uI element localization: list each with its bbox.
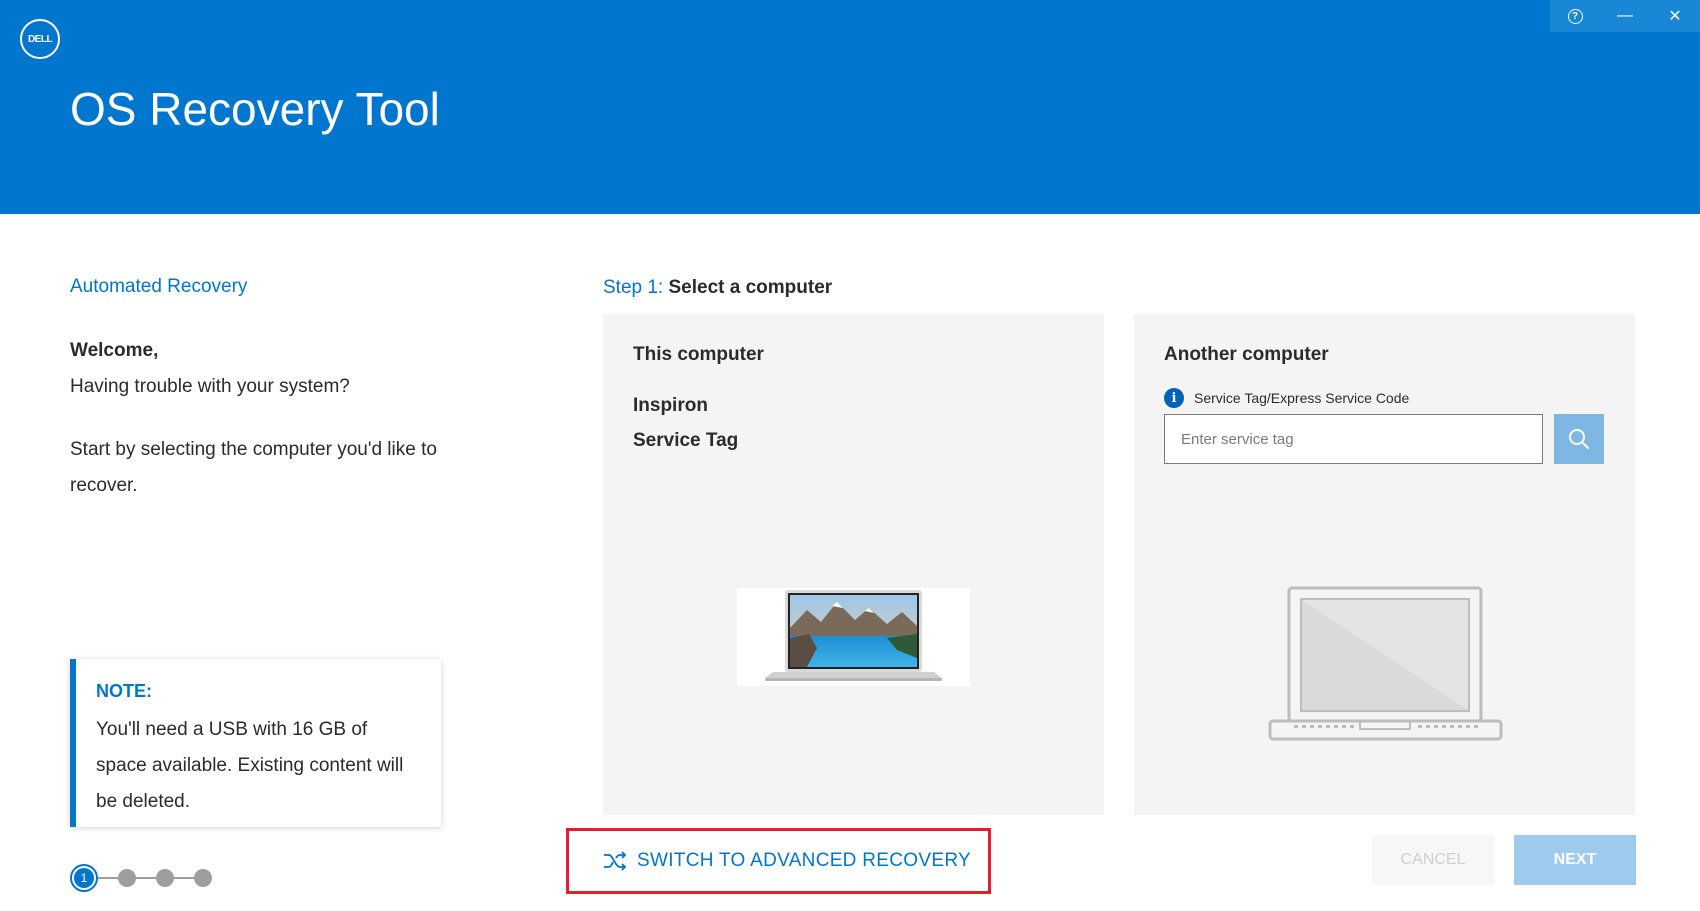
close-button[interactable]: ✕ bbox=[1655, 0, 1695, 32]
step-indicator bbox=[118, 869, 136, 887]
step-number: Step 1: bbox=[603, 277, 664, 298]
another-computer-title: Another computer bbox=[1164, 344, 1329, 365]
this-computer-card[interactable]: This computer Inspiron Service Tag bbox=[603, 314, 1104, 815]
trouble-text: Having trouble with your system? bbox=[70, 376, 350, 397]
dell-logo: DELL bbox=[20, 19, 60, 59]
note-title: NOTE: bbox=[96, 681, 152, 701]
search-button[interactable] bbox=[1554, 414, 1604, 464]
service-tag-label: Service Tag bbox=[633, 430, 739, 451]
app-title: OS Recovery Tool bbox=[70, 83, 440, 135]
advanced-recovery-label: SWITCH TO ADVANCED RECOVERY bbox=[637, 850, 971, 871]
next-button[interactable]: NEXT bbox=[1514, 835, 1636, 885]
welcome-text: Welcome, bbox=[70, 340, 159, 361]
step-title: Select a computer bbox=[668, 277, 833, 298]
step-connector bbox=[174, 877, 194, 879]
step-connector bbox=[98, 877, 118, 879]
service-tag-field-label: Service Tag/Express Service Code bbox=[1194, 390, 1410, 406]
computer-model: Inspiron bbox=[633, 395, 708, 416]
close-icon: ✕ bbox=[1668, 8, 1682, 25]
laptop-image bbox=[737, 588, 970, 686]
app-header: DELL OS Recovery Tool ? — ✕ bbox=[0, 0, 1700, 214]
minimize-button[interactable]: — bbox=[1605, 0, 1645, 32]
shuffle-icon bbox=[604, 851, 627, 871]
cancel-button[interactable]: CANCEL bbox=[1372, 835, 1494, 885]
switch-to-advanced-recovery-button[interactable]: SWITCH TO ADVANCED RECOVERY bbox=[566, 828, 991, 894]
this-computer-title: This computer bbox=[633, 344, 764, 365]
generic-laptop-icon bbox=[1268, 586, 1503, 741]
step-indicator bbox=[156, 869, 174, 887]
step-current-number: 1 bbox=[74, 868, 94, 888]
step-indicator-active: 1 bbox=[70, 864, 98, 892]
help-button[interactable]: ? bbox=[1555, 0, 1595, 32]
service-tag-input[interactable] bbox=[1164, 414, 1543, 464]
info-icon[interactable]: i bbox=[1164, 388, 1184, 408]
search-icon bbox=[1569, 429, 1589, 449]
step-indicator bbox=[194, 869, 212, 887]
help-glyph: ? bbox=[1571, 10, 1579, 22]
recovery-mode-title: Automated Recovery bbox=[70, 276, 248, 297]
progress-stepper: 1 bbox=[70, 864, 212, 892]
help-icon: ? bbox=[1567, 8, 1583, 24]
window-controls: ? — ✕ bbox=[1550, 0, 1700, 32]
step-connector bbox=[136, 877, 156, 879]
instructions-text: Start by selecting the computer you'd li… bbox=[70, 439, 437, 496]
step-heading: Step 1: Select a computer bbox=[603, 277, 832, 299]
logo-text: DELL bbox=[27, 33, 53, 45]
another-computer-card[interactable]: Another computer i Service Tag/Express S… bbox=[1134, 314, 1635, 815]
minimize-icon: — bbox=[1617, 7, 1633, 24]
note-box: NOTE: You'll need a USB with 16 GB of sp… bbox=[70, 659, 441, 827]
service-tag-field-label-row: i Service Tag/Express Service Code bbox=[1164, 388, 1409, 408]
note-text: You'll need a USB with 16 GB of space av… bbox=[96, 719, 404, 812]
